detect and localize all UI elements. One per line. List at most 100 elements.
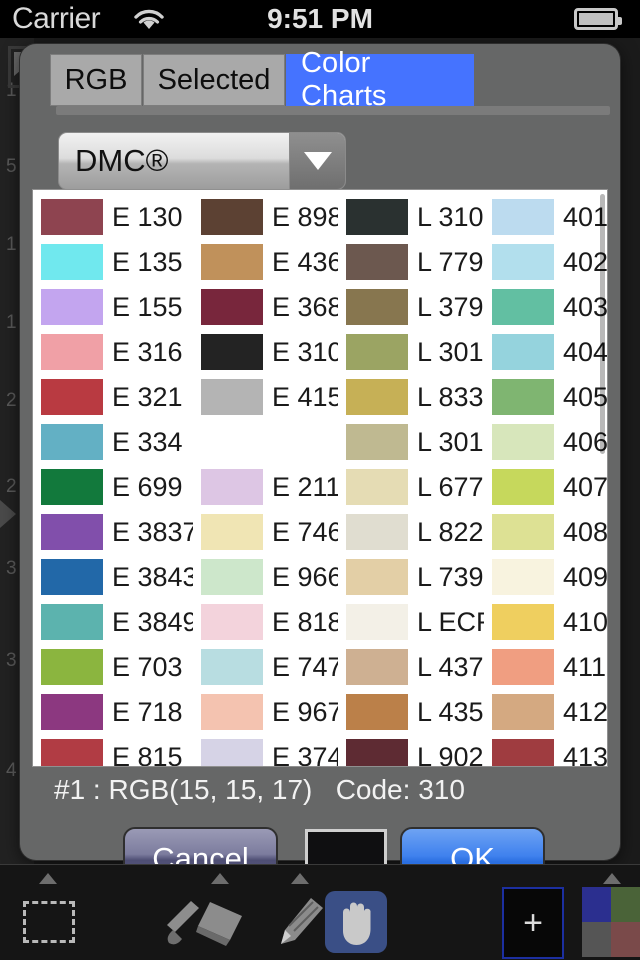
color-swatch	[201, 244, 263, 280]
color-swatch-row[interactable]: L 739	[338, 556, 484, 598]
tab-color-charts[interactable]: Color Charts	[286, 47, 474, 112]
color-swatch-row[interactable]: E 747	[193, 646, 338, 688]
color-chart-grid[interactable]: E 130 E 135 E 155 E 316 E 321 E 334 E 699 E 383…	[32, 189, 608, 767]
color-swatch-row[interactable]: E 211	[193, 466, 338, 508]
color-swatch-row[interactable]: E 334	[33, 421, 193, 463]
color-swatch	[201, 514, 263, 550]
color-swatch	[346, 244, 408, 280]
chevron-down-icon[interactable]	[289, 133, 345, 189]
color-swatch	[346, 649, 408, 685]
color-chart-column: 401040204030404040504060 4070 4080 4090 4100…	[484, 196, 608, 766]
color-swatch	[201, 199, 263, 235]
color-swatch-row[interactable]: 4030	[484, 286, 607, 328]
color-swatch	[492, 379, 554, 415]
color-swatch-row[interactable]: L 833	[338, 376, 484, 418]
color-swatch-row[interactable]: L ECRU	[338, 601, 484, 643]
color-swatch-label: E 135	[112, 246, 183, 277]
color-swatch-row[interactable]: L 437	[338, 646, 484, 688]
color-swatch-row[interactable]: 4070	[484, 466, 607, 508]
marquee-select-tool[interactable]	[18, 891, 80, 953]
color-swatch-label: E 3685	[272, 291, 338, 322]
color-swatch-row[interactable]: E 815	[33, 736, 193, 767]
color-swatch-row[interactable]: L 435	[338, 691, 484, 733]
color-swatch-row[interactable]: E 898	[193, 196, 338, 238]
color-swatch-row[interactable]: 4090	[484, 556, 608, 598]
color-swatch-row[interactable]: E 321	[33, 376, 193, 418]
color-swatch-row[interactable]: E 966	[193, 556, 338, 598]
color-swatch-row[interactable]: E 3685	[193, 286, 338, 328]
color-swatch	[492, 424, 554, 460]
color-swatch-row[interactable]: E 3837	[33, 511, 193, 553]
color-swatch-label: L 739	[417, 561, 484, 592]
color-swatch-row[interactable]: 4120	[484, 691, 608, 733]
color-chart-columns: E 130 E 135 E 155 E 316 E 321 E 334 E 699 E 383…	[33, 190, 607, 766]
color-swatch-row[interactable]: 4010	[484, 196, 607, 238]
color-swatch-label: E 699	[112, 471, 183, 502]
app-root: 1 5 1 1 2 2 3 3 4 Carrier 9:51 PM RGB Se…	[0, 0, 640, 960]
color-swatch-row[interactable]: E 818	[193, 601, 338, 643]
color-swatch-row[interactable]: E 967	[193, 691, 338, 733]
color-swatch-row[interactable]: 4040	[484, 331, 607, 373]
tab-selected[interactable]: Selected	[143, 54, 285, 106]
color-swatch-row[interactable]: 4050	[484, 376, 607, 418]
color-swatch-label: E 718	[112, 696, 183, 727]
color-swatch	[201, 694, 263, 730]
tab-rgb[interactable]: RGB	[50, 54, 142, 106]
color-swatch-label: E 3843	[112, 561, 193, 592]
eraser-tool[interactable]	[190, 891, 252, 953]
color-swatch-row[interactable]: L 677	[338, 466, 484, 508]
color-swatch-label: E 211	[272, 471, 338, 502]
brand-dropdown-value: DMC®	[75, 143, 169, 178]
color-palette-button[interactable]	[582, 887, 640, 957]
color-swatch-row[interactable]: 4060	[484, 421, 607, 463]
color-swatch-row[interactable]: E 3843	[33, 556, 193, 598]
color-swatch-row[interactable]: E 316	[33, 331, 193, 373]
color-swatch-label: E 703	[112, 651, 183, 682]
color-swatch-row[interactable]: L 822	[338, 511, 484, 553]
add-color-button[interactable]: +	[502, 887, 564, 959]
color-swatch-row[interactable]: E 3747	[193, 736, 338, 766]
color-swatch-row[interactable]: L 779	[338, 241, 484, 283]
color-swatch-row[interactable]: L 902	[338, 736, 484, 766]
color-swatch	[492, 199, 554, 235]
color-swatch	[346, 604, 408, 640]
color-swatch-label: E 130	[112, 201, 183, 232]
color-swatch-label: 4080	[563, 516, 608, 547]
color-swatch-label: L ECRU	[417, 606, 484, 637]
color-swatch-label: L 779	[417, 246, 484, 277]
chart-scrollbar[interactable]	[600, 194, 605, 454]
color-swatch-row[interactable]: E 415	[193, 376, 338, 418]
color-swatch-label: E 415	[272, 381, 338, 412]
color-swatch-row[interactable]: L 310	[338, 196, 484, 238]
brand-dropdown[interactable]: DMC®	[58, 132, 346, 190]
color-swatch-label: E 436	[272, 246, 338, 277]
color-swatch	[492, 739, 554, 766]
color-swatch-row[interactable]: E 718	[33, 691, 193, 733]
color-swatch-row[interactable]: 4020	[484, 241, 607, 283]
color-swatch-row[interactable]: 4130	[484, 736, 607, 766]
color-swatch-row[interactable]: E 699	[33, 466, 193, 508]
hand-pan-tool[interactable]	[325, 891, 387, 953]
color-swatch-row[interactable]: E 130	[33, 196, 193, 238]
color-swatch-row[interactable]: 4080	[484, 511, 608, 553]
ruler-tick: 2	[6, 390, 17, 411]
color-swatch-row[interactable]: E 155	[33, 286, 193, 328]
color-swatch-row[interactable]: E 746	[193, 511, 338, 553]
color-swatch-label: 4120	[563, 696, 608, 727]
color-swatch-row[interactable]: L 3013	[338, 421, 484, 463]
color-swatch-row[interactable]: E 436	[193, 241, 338, 283]
color-swatch	[346, 199, 408, 235]
color-swatch-row[interactable]: E 703	[33, 646, 193, 688]
color-swatch-row[interactable]: E 3849	[33, 601, 193, 643]
color-swatch-label: E 815	[112, 741, 183, 767]
palette-quadrant	[582, 887, 611, 922]
color-swatch-row[interactable]: E 135	[33, 241, 193, 283]
pencil-tool[interactable]	[270, 891, 332, 953]
color-swatch-row[interactable]: E 310	[193, 331, 338, 373]
color-swatch-row[interactable]: 4100	[484, 601, 607, 643]
color-swatch-label: E 818	[272, 606, 338, 637]
color-swatch-row[interactable]: L 3790	[338, 286, 484, 328]
color-swatch-label: 4090	[563, 561, 608, 592]
color-swatch-row[interactable]: L 3012	[338, 331, 484, 373]
color-swatch-row[interactable]: 4110	[484, 646, 607, 688]
